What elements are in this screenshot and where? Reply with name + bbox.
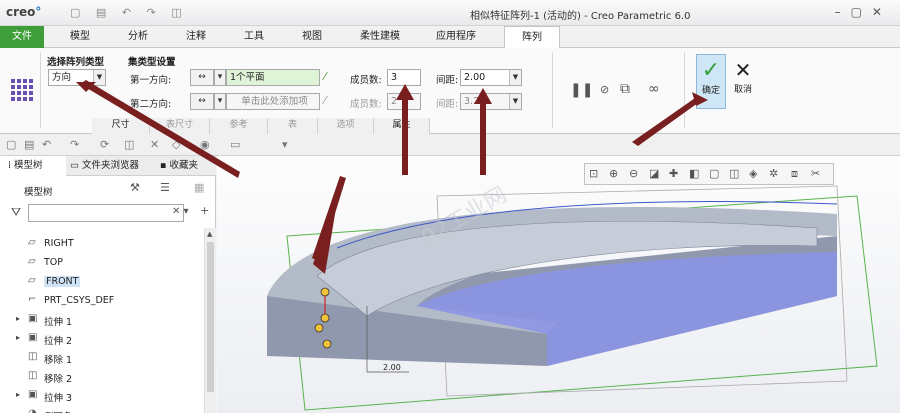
annotation-overlay (76, 80, 708, 262)
annotation-arrow (312, 176, 346, 262)
annotation-arrow (80, 80, 240, 178)
annotation-arrow (480, 100, 486, 175)
annotation-arrow (402, 96, 408, 175)
annotation-arrow (632, 96, 702, 146)
annotation-arrowhead (396, 84, 414, 100)
annotation-arrowhead (474, 88, 492, 104)
